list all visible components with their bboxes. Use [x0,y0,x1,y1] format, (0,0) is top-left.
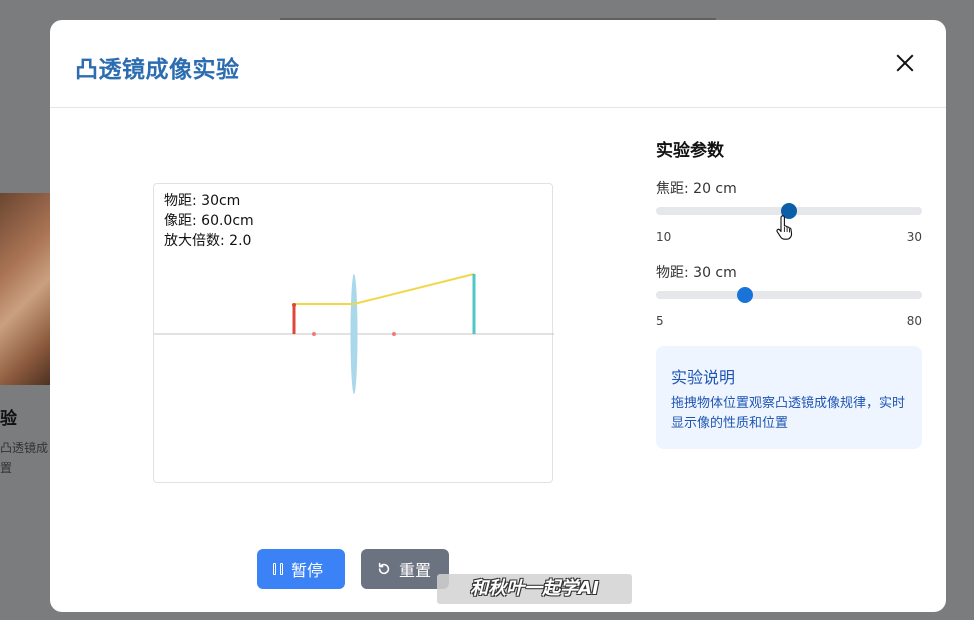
object-distance-label: 物距: 30 cm [656,265,737,281]
hand-cursor-icon [776,215,793,240]
instructions-title: 实验说明 [671,368,736,387]
convex-lens[interactable] [350,274,358,394]
focal-length-slider[interactable] [656,203,922,219]
light-ray [294,273,475,305]
lens-simulation-canvas[interactable]: 物距: 30cm 像距: 60.0cm 放大倍数: 2.0 [153,183,554,483]
reset-button[interactable]: 重置 [361,549,449,589]
focal-point-right [392,332,396,336]
pause-icon [273,563,283,575]
object-distance-max: 80 [906,314,922,328]
focal-length-min: 10 [656,230,672,244]
params-title: 实验参数 [656,141,724,161]
background-card-description: 凸透镜成 置 [0,441,49,475]
background-card-title: 验 [0,409,17,429]
instructions-text: 拖拽物体位置观察凸透镜成像规律，实时显示像的性质和位置 [671,396,906,431]
magnification-readout: 放大倍数: 2.0 [164,233,252,249]
pause-button-label: 暂停 [291,561,324,580]
focal-length-max: 30 [906,230,922,244]
focal-point-left [312,332,316,336]
watermark: 和秋叶一起学AI [437,574,632,604]
object-distance-slider-thumb[interactable] [736,287,753,303]
background-card-image [0,193,52,385]
object-distance-min: 5 [656,314,664,328]
instructions-box: 实验说明 拖拽物体位置观察凸透镜成像规律，实时显示像的性质和位置 [656,346,922,449]
focal-length-label: 焦距: 20 cm [656,181,737,197]
object-distance-readout: 物距: 30cm [164,193,241,209]
object-distance-slider[interactable] [656,287,922,303]
object-tip [292,303,296,307]
modal-title: 凸透镜成像实验 [75,57,240,83]
experiment-modal: 凸透镜成像实验 物距: 30cm 像距: 60.0cm 放大倍数: 2.0 暂停… [50,20,946,612]
image-distance-readout: 像距: 60.0cm [164,213,254,229]
reset-icon [378,562,390,575]
modal-header: 凸透镜成像实验 [50,20,946,108]
reset-button-label: 重置 [399,561,432,580]
pause-button[interactable]: 暂停 [257,549,345,589]
close-icon[interactable] [894,52,916,74]
